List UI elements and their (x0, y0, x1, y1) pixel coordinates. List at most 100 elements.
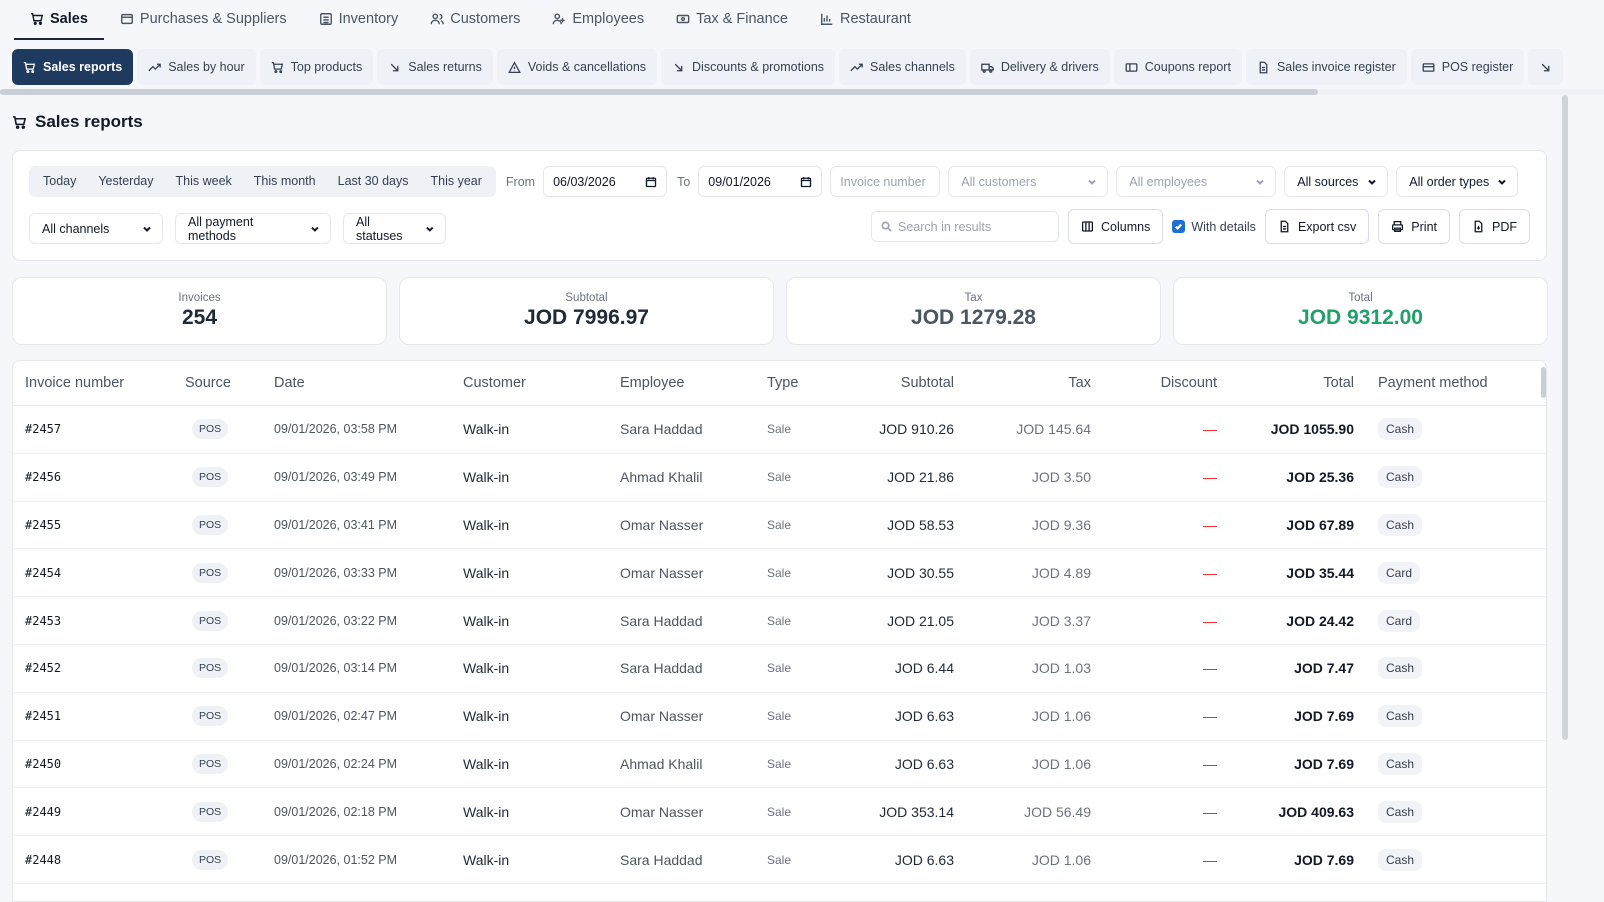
discount-cell: — (1203, 708, 1217, 725)
total-cell: JOD 35.44 (1286, 564, 1354, 581)
calendar-icon[interactable] (800, 176, 812, 188)
with-details-toggle[interactable]: With details (1172, 220, 1256, 234)
module-tab-purchases[interactable]: Purchases & Suppliers (104, 0, 303, 40)
column-header-total[interactable]: Total (1217, 375, 1354, 391)
warning-icon (508, 60, 521, 73)
print-button[interactable]: Print (1378, 209, 1450, 244)
arrow-down-right-icon (1542, 63, 1550, 71)
table-row[interactable]: #2455 POS 09/01/2026, 03:41 PM Walk-in Omar … (13, 502, 1546, 550)
table-row[interactable]: #2449 POS 09/01/2026, 02:18 PM Walk-in Omar … (13, 788, 1546, 837)
payment-methods-select[interactable]: All payment methods (175, 213, 331, 244)
customer-cell: Walk-in (463, 660, 510, 677)
type-cell: Sale (767, 756, 792, 771)
invoice-number-input[interactable]: Invoice number (830, 166, 941, 197)
report-tab-coupons[interactable]: Coupons report (1113, 49, 1242, 85)
report-tab-discounts[interactable]: Discounts & promotions (661, 49, 836, 85)
module-tab-customers[interactable]: Customers (414, 0, 536, 40)
column-header-subtotal[interactable]: Subtotal (839, 375, 954, 391)
source-cell: POS (185, 849, 274, 870)
module-tab-restaurant[interactable]: Restaurant (804, 0, 927, 40)
column-header-payment[interactable]: Payment method (1354, 375, 1514, 391)
report-tab-more[interactable] (1528, 49, 1564, 85)
payment-methods-select-value: All payment methods (188, 214, 254, 243)
search-results-input[interactable]: Search in results (871, 211, 1059, 242)
export-csv-button[interactable]: Export csv (1264, 209, 1370, 244)
customer-cell: Walk-in (463, 851, 510, 868)
source-cell: POS (185, 419, 274, 440)
to-date-input[interactable]: 09/01/2026 (698, 166, 823, 197)
report-tab-voids[interactable]: Voids & cancellations (496, 49, 658, 85)
sources-select[interactable]: All sources (1284, 166, 1389, 197)
report-tabs-scrollbar[interactable] (0, 89, 1604, 95)
order-types-select[interactable]: All order types (1396, 166, 1519, 197)
from-date-input[interactable]: 06/03/2026 (543, 166, 668, 197)
tax-card: Tax JOD 1279.28 (786, 277, 1161, 345)
payment-method-badge: Cash (1378, 752, 1423, 775)
column-header-type[interactable]: Type (767, 375, 839, 391)
table-row[interactable]: #2456 POS 09/01/2026, 03:49 PM Walk-in Ahmad… (13, 454, 1546, 502)
column-header-source[interactable]: Source (185, 375, 274, 391)
invoice-cell: #2457 (25, 422, 62, 437)
module-tab-employees[interactable]: Employees (536, 0, 660, 40)
quick-range-today[interactable]: Today (32, 166, 87, 197)
column-header-date[interactable]: Date (274, 375, 463, 391)
table-row[interactable]: #2454 POS 09/01/2026, 03:33 PM Walk-in Omar … (13, 549, 1546, 598)
type-cell: Sale (767, 470, 792, 485)
column-header-customer[interactable]: Customer (463, 375, 620, 391)
module-tab-inventory[interactable]: Inventory (303, 0, 415, 40)
discount-cell: — (1203, 851, 1217, 868)
report-tab-pos-register[interactable]: POS register (1410, 49, 1525, 85)
table-row[interactable]: #2457 POS 09/01/2026, 03:58 PM Walk-in Sara … (13, 406, 1546, 454)
column-header-tax[interactable]: Tax (954, 375, 1091, 391)
quick-range-yesterday[interactable]: Yesterday (87, 166, 164, 197)
report-tab-invoice-register[interactable]: Sales invoice register (1245, 49, 1407, 85)
quick-range-this-week[interactable]: This week (165, 166, 243, 197)
calendar-icon[interactable] (645, 176, 657, 188)
report-tab-top-products[interactable]: Top products (259, 49, 374, 85)
report-tab-delivery[interactable]: Delivery & drivers (969, 49, 1110, 85)
scrollbar-thumb[interactable] (0, 89, 1318, 95)
column-header-discount[interactable]: Discount (1091, 375, 1217, 391)
module-tabs: Sales Purchases & Suppliers Inventory Cu… (0, 0, 1604, 40)
total-cell: JOD 7.47 (1294, 660, 1354, 677)
with-details-checkbox[interactable] (1172, 220, 1186, 233)
statuses-select[interactable]: All statuses (343, 213, 446, 244)
employee-cell: Sara Haddad (620, 421, 703, 438)
employee-cell: Ahmad Khalil (620, 469, 703, 486)
report-tab-sales-channels[interactable]: Sales channels (839, 49, 966, 85)
column-header-invoice[interactable]: Invoice number (13, 375, 185, 391)
table-row[interactable]: #2451 POS 09/01/2026, 02:47 PM Walk-in Omar … (13, 693, 1546, 741)
report-tab-label: POS register (1441, 60, 1514, 74)
module-tab-label: Inventory (338, 11, 399, 27)
table-row[interactable]: #2453 POS 09/01/2026, 03:22 PM Walk-in Sara … (13, 597, 1546, 645)
subtotal-cell: JOD 910.26 (879, 421, 954, 438)
employees-select[interactable]: All employees (1116, 166, 1277, 197)
report-tab-sales-reports[interactable]: Sales reports (12, 49, 134, 85)
channels-select[interactable]: All channels (29, 213, 163, 244)
customers-select-value: All customers (961, 174, 1037, 189)
pdf-button[interactable]: PDF (1459, 209, 1530, 244)
table-scrollbar[interactable] (1541, 367, 1546, 398)
table-row[interactable]: #2452 POS 09/01/2026, 03:14 PM Walk-in Sara … (13, 645, 1546, 693)
table-row[interactable]: #2448 POS 09/01/2026, 01:52 PM Walk-in Sara … (13, 836, 1546, 884)
payment-method-badge: Cash (1378, 418, 1423, 441)
order-types-select-value: All order types (1409, 174, 1490, 189)
report-tab-sales-by-hour[interactable]: Sales by hour (137, 49, 256, 85)
trend-icon (148, 63, 162, 71)
report-tab-sales-returns[interactable]: Sales returns (377, 49, 493, 85)
channels-select-value: All channels (42, 221, 110, 236)
payment-method-badge: Cash (1378, 466, 1423, 489)
customers-select[interactable]: All customers (948, 166, 1109, 197)
columns-button[interactable]: Columns (1068, 209, 1164, 244)
quick-range-this-month[interactable]: This month (243, 166, 327, 197)
table-row[interactable]: #2450 POS 09/01/2026, 02:24 PM Walk-in Ahmad… (13, 741, 1546, 789)
page-scrollbar[interactable] (1562, 95, 1568, 740)
users-icon (430, 12, 445, 26)
module-tab-tax-finance[interactable]: Tax & Finance (660, 0, 804, 40)
column-header-employee[interactable]: Employee (620, 375, 767, 391)
quick-range-this-year[interactable]: This year (420, 166, 493, 197)
payment-method-badge: Cash (1378, 848, 1423, 871)
module-tab-sales[interactable]: Sales (14, 0, 104, 40)
quick-range-last-30-days[interactable]: Last 30 days (327, 166, 420, 197)
date-cell: 09/01/2026, 02:18 PM (274, 804, 398, 819)
